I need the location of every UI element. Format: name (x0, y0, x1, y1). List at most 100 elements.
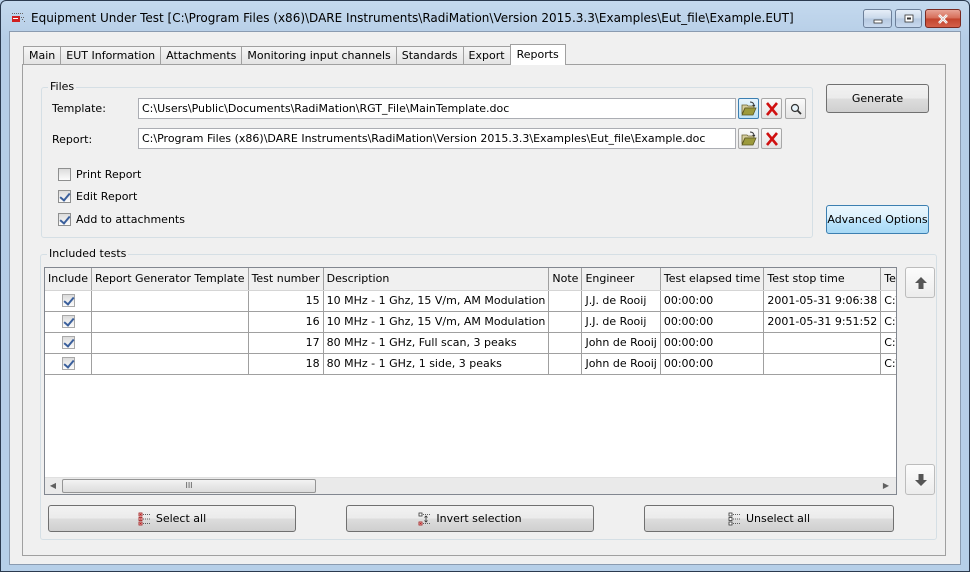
print-report-check[interactable] (58, 167, 71, 181)
column-header-description[interactable]: Description (323, 268, 550, 291)
horizontal-scrollbar[interactable]: ◀ III ▶ (45, 477, 896, 494)
invert-selection-icon (418, 512, 432, 526)
tab-main[interactable]: Main (23, 46, 62, 65)
included-tests-grid: Include Report Generator Template Test n… (44, 267, 897, 495)
add-to-attachments-checkbox[interactable]: Add to attachments (58, 211, 185, 227)
folder-open-icon (741, 131, 757, 146)
filename-cell: C:\Progra (880, 332, 896, 354)
template-label: Template: (52, 102, 106, 115)
description-cell: 10 MHz - 1 Ghz, 15 V/m, AM Modulation (323, 311, 550, 333)
include-checkbox[interactable] (61, 357, 75, 371)
column-header-stop-time[interactable]: Test stop time (763, 268, 882, 291)
column-header-test-number[interactable]: Test number (248, 268, 324, 291)
stop-time-cell (763, 332, 882, 354)
description-cell: 80 MHz - 1 GHz, Full scan, 3 peaks (323, 332, 550, 354)
title-bar[interactable]: Equipment Under Test [C:\Program Files (… (1, 1, 969, 35)
column-header-engineer[interactable]: Engineer (581, 268, 661, 291)
scroll-left-icon[interactable]: ◀ (47, 480, 59, 492)
engineer-cell: John de Rooij (581, 332, 661, 354)
select-all-button[interactable]: Select all (48, 505, 296, 532)
tab-standards[interactable]: Standards (395, 46, 464, 65)
included-tests-table: Include Report Generator Template Test n… (45, 268, 896, 375)
edit-report-check[interactable] (58, 189, 71, 203)
tab-eut-information[interactable]: EUT Information (60, 46, 162, 65)
move-up-button[interactable] (905, 267, 935, 298)
table-row[interactable]: 15 10 MHz - 1 Ghz, 15 V/m, AM Modulation… (45, 290, 896, 312)
scrollbar-thumb[interactable]: III (62, 479, 316, 493)
advanced-options-button[interactable]: Advanced Options (826, 205, 929, 234)
template-cell[interactable] (91, 353, 249, 375)
table-row[interactable]: 18 80 MHz - 1 GHz, 1 side, 3 peaks John … (45, 353, 896, 375)
stop-time-cell: 2001-05-31 9:06:38 (763, 290, 882, 312)
tab-attachments[interactable]: Attachments (160, 46, 243, 65)
elapsed-time-cell: 00:00:00 (660, 332, 765, 354)
scroll-right-icon[interactable]: ▶ (880, 480, 892, 492)
browse-report-button[interactable] (738, 128, 759, 149)
include-cell[interactable] (45, 332, 93, 354)
tab-reports[interactable]: Reports (509, 44, 566, 65)
include-checkbox[interactable] (61, 315, 75, 329)
tab-export[interactable]: Export (462, 46, 511, 65)
note-cell (548, 332, 583, 354)
column-header-elapsed-time[interactable]: Test elapsed time (660, 268, 765, 291)
view-template-button[interactable] (785, 98, 806, 119)
table-row[interactable]: 16 10 MHz - 1 Ghz, 15 V/m, AM Modulation… (45, 311, 896, 333)
client-area: Main EUT Information Attachments Monitor… (9, 31, 961, 565)
generate-button[interactable]: Generate (826, 84, 929, 113)
clear-template-button[interactable] (761, 98, 782, 119)
note-cell (548, 290, 583, 312)
delete-x-icon (766, 132, 778, 146)
window-title: Equipment Under Test [C:\Program Files (… (31, 11, 794, 25)
test-number-cell: 16 (248, 311, 324, 333)
template-cell[interactable] (91, 311, 249, 333)
minimize-icon (864, 11, 891, 29)
include-cell[interactable] (45, 311, 93, 333)
select-all-label: Select all (155, 512, 207, 525)
note-cell (548, 353, 583, 375)
column-header-template[interactable]: Report Generator Template (91, 268, 249, 291)
include-checkbox[interactable] (61, 294, 75, 308)
add-to-attachments-label: Add to attachments (76, 212, 185, 226)
app-icon (12, 13, 25, 22)
template-path-field[interactable]: C:\Users\Public\Documents\RadiMation\RGT… (138, 98, 736, 119)
template-cell[interactable] (91, 332, 249, 354)
maximize-button[interactable] (895, 9, 922, 28)
clear-report-button[interactable] (761, 128, 782, 149)
arrow-up-icon (915, 277, 927, 289)
invert-selection-button[interactable]: Invert selection (346, 505, 594, 532)
move-down-button[interactable] (905, 464, 935, 495)
header-row: Include Report Generator Template Test n… (45, 268, 896, 291)
stop-time-cell: 2001-05-31 9:51:52 (763, 311, 882, 333)
folder-open-icon (741, 101, 757, 116)
minimize-button[interactable] (863, 9, 892, 28)
browse-template-button[interactable] (738, 98, 759, 119)
select-all-icon (138, 512, 151, 526)
include-checkbox[interactable] (61, 336, 75, 350)
include-cell[interactable] (45, 353, 93, 375)
files-group: Files Template: C:\Users\Public\Document… (41, 80, 813, 238)
template-cell[interactable] (91, 290, 249, 312)
table-row[interactable]: 17 80 MHz - 1 GHz, Full scan, 3 peaks Jo… (45, 332, 896, 354)
elapsed-time-cell: 00:00:00 (660, 353, 765, 375)
maximize-icon (896, 11, 921, 29)
report-path-field[interactable]: C:\Program Files (x86)\DARE Instruments\… (138, 128, 736, 149)
tab-monitoring-input-channels[interactable]: Monitoring input channels (241, 46, 397, 65)
eut-window: Equipment Under Test [C:\Program Files (… (0, 0, 970, 572)
edit-report-checkbox[interactable]: Edit Report (58, 188, 137, 204)
elapsed-time-cell: 00:00:00 (660, 311, 765, 333)
add-to-attachments-check[interactable] (58, 212, 71, 226)
stop-time-cell (763, 353, 882, 375)
close-button[interactable] (925, 9, 961, 28)
include-cell[interactable] (45, 290, 93, 312)
column-header-include[interactable]: Include (45, 268, 93, 291)
engineer-cell: John de Rooij (581, 353, 661, 375)
column-header-test-filename[interactable]: Test Filename (880, 268, 896, 291)
invert-selection-label: Invert selection (436, 512, 522, 525)
edit-report-label: Edit Report (76, 189, 138, 203)
unselect-all-button[interactable]: Unselect all (644, 505, 894, 532)
reports-panel: Files Template: C:\Users\Public\Document… (22, 64, 946, 556)
report-label: Report: (52, 133, 93, 146)
print-report-checkbox[interactable]: Print Report (58, 166, 141, 182)
column-header-note[interactable]: Note (548, 268, 583, 291)
filename-cell: C:\Progra (880, 353, 896, 375)
